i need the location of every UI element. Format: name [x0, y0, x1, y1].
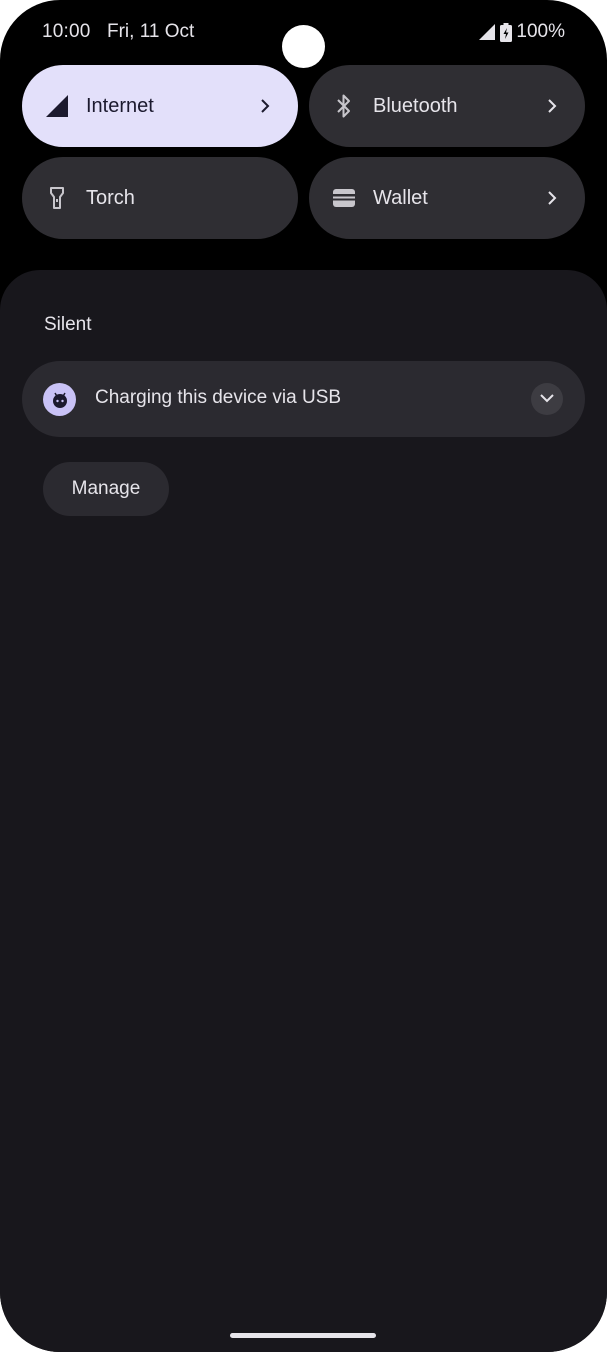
android-icon — [43, 383, 76, 416]
battery-charging-icon — [500, 22, 513, 42]
battery-percentage: 100% — [516, 21, 565, 42]
signal-icon — [44, 93, 70, 119]
notification-title: Charging this device via USB — [95, 387, 342, 408]
expand-button[interactable] — [531, 383, 563, 415]
chevron-right-icon — [541, 187, 563, 209]
tile-bluetooth-label: Bluetooth — [373, 94, 458, 117]
chevron-down-icon — [539, 390, 555, 408]
notification-card[interactable]: Charging this device via USB — [22, 361, 585, 437]
phone-screen: 10:00 Fri, 11 Oct 100% Internet Bluetoot… — [0, 0, 607, 1352]
chevron-right-icon — [254, 95, 276, 117]
tile-internet[interactable]: Internet — [22, 65, 298, 147]
tile-internet-label: Internet — [86, 94, 154, 117]
tile-bluetooth[interactable]: Bluetooth — [309, 65, 585, 147]
status-time: 10:00 — [42, 21, 91, 42]
status-date: Fri, 11 Oct — [107, 21, 195, 42]
manage-button[interactable]: Manage — [43, 462, 169, 516]
wallet-icon — [331, 185, 357, 211]
tile-torch[interactable]: Torch — [22, 157, 298, 239]
status-icons: 100% — [478, 21, 565, 43]
camera-cutout — [282, 25, 325, 68]
tile-torch-label: Torch — [86, 186, 135, 209]
tile-wallet-label: Wallet — [373, 186, 428, 209]
torch-icon — [44, 185, 70, 211]
status-bar: 10:00 Fri, 11 Oct 100% — [0, 0, 607, 68]
section-header-silent: Silent — [44, 314, 92, 335]
home-indicator[interactable] — [230, 1333, 376, 1338]
tile-wallet[interactable]: Wallet — [309, 157, 585, 239]
chevron-right-icon — [541, 95, 563, 117]
bluetooth-icon — [331, 93, 357, 119]
signal-icon — [478, 23, 496, 41]
